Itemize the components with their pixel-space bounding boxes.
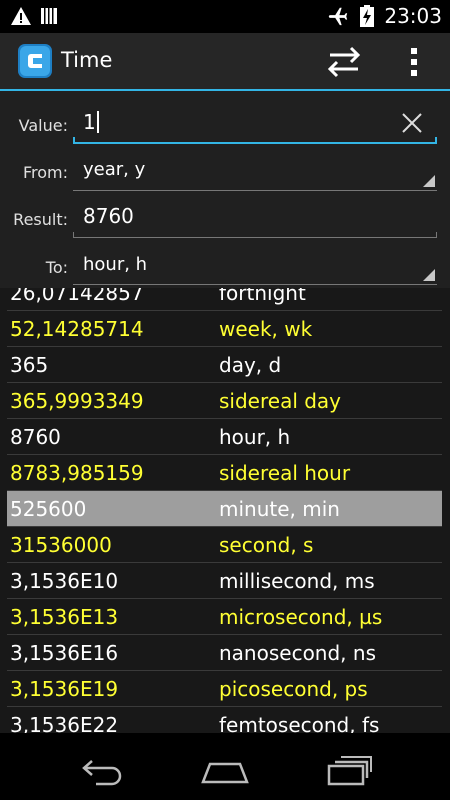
value-label: Value: bbox=[18, 116, 68, 135]
list-item[interactable]: 3,1536E22 femtosecond, fs bbox=[7, 707, 442, 733]
list-item-value: 26,07142857 bbox=[10, 288, 144, 305]
list-item-value: 365 bbox=[10, 353, 49, 377]
list-item-value: 3,1536E22 bbox=[10, 713, 119, 733]
home-icon[interactable] bbox=[200, 754, 250, 786]
status-clock: 23:03 bbox=[384, 4, 442, 28]
conversion-form: Value: 1 From: year, y Result: 8760 To: … bbox=[0, 91, 450, 288]
conversion-list-rows: 26,07142857 fortnight 52,14285714 week, wk 3… bbox=[7, 288, 442, 733]
from-unit-spinner[interactable]: year, y bbox=[73, 151, 437, 191]
value-input[interactable]: 1 bbox=[73, 104, 437, 144]
from-label: From: bbox=[22, 163, 68, 182]
to-label: To: bbox=[45, 258, 68, 277]
list-item[interactable]: 3,1536E16 nanosecond, ns bbox=[7, 635, 442, 671]
from-unit-value: year, y bbox=[83, 159, 146, 180]
list-item-value: 3,1536E13 bbox=[10, 605, 119, 629]
overflow-menu-icon[interactable] bbox=[404, 43, 424, 81]
barcode-icon bbox=[41, 8, 57, 24]
recent-apps-icon[interactable] bbox=[325, 754, 375, 786]
list-item[interactable]: 525600 minute, min bbox=[7, 491, 442, 527]
list-item-value: 8783,985159 bbox=[10, 461, 144, 485]
list-item-unit: second, s bbox=[219, 533, 314, 557]
airplane-mode-icon bbox=[329, 7, 348, 26]
navigation-bar bbox=[0, 740, 450, 800]
list-item[interactable]: 31536000 second, s bbox=[7, 527, 442, 563]
result-value: 8760 bbox=[83, 204, 134, 228]
spinner-arrow-icon bbox=[423, 175, 435, 187]
list-item[interactable]: 365 day, d bbox=[7, 347, 442, 383]
to-unit-spinner[interactable]: hour, h bbox=[73, 245, 437, 285]
list-item-value: 3,1536E16 bbox=[10, 641, 119, 665]
spinner-arrow-icon bbox=[423, 269, 435, 281]
list-item-unit: millisecond, ms bbox=[219, 569, 375, 593]
swap-icon[interactable] bbox=[320, 45, 368, 79]
value-text: 1 bbox=[83, 110, 96, 134]
list-item-value: 31536000 bbox=[10, 533, 112, 557]
list-item-unit: fortnight bbox=[219, 288, 306, 305]
list-item-unit: picosecond, ps bbox=[219, 677, 368, 701]
to-unit-value: hour, h bbox=[83, 254, 148, 275]
list-item-unit: hour, h bbox=[219, 425, 291, 449]
list-item-unit: day, d bbox=[219, 353, 282, 377]
list-item[interactable]: 3,1536E13 microsecond, µs bbox=[7, 599, 442, 635]
list-item-value: 8760 bbox=[10, 425, 61, 449]
list-item[interactable]: 3,1536E19 picosecond, ps bbox=[7, 671, 442, 707]
clear-icon[interactable] bbox=[401, 112, 423, 134]
list-item-unit: nanosecond, ns bbox=[219, 641, 376, 665]
conversion-list[interactable]: 26,07142857 fortnight 52,14285714 week, wk 3… bbox=[0, 288, 450, 733]
list-item-value: 3,1536E10 bbox=[10, 569, 119, 593]
list-item-unit: femtosecond, fs bbox=[219, 713, 380, 733]
list-item-value: 3,1536E19 bbox=[10, 677, 119, 701]
converter-app-icon[interactable] bbox=[17, 43, 53, 79]
result-label: Result: bbox=[13, 210, 68, 229]
list-item-unit: microsecond, µs bbox=[219, 605, 383, 629]
battery-charging-icon bbox=[360, 5, 375, 27]
list-item[interactable]: 26,07142857 fortnight bbox=[7, 288, 442, 311]
status-bar: 23:03 bbox=[0, 0, 450, 33]
list-item[interactable]: 52,14285714 week, wk bbox=[7, 311, 442, 347]
list-item[interactable]: 8760 hour, h bbox=[7, 419, 442, 455]
text-cursor bbox=[96, 111, 99, 133]
list-item-unit: sidereal hour bbox=[219, 461, 351, 485]
warning-icon bbox=[11, 7, 31, 25]
list-item[interactable]: 8783,985159 sidereal hour bbox=[7, 455, 442, 491]
list-item-value: 525600 bbox=[10, 497, 87, 521]
list-item[interactable]: 365,9993349 sidereal day bbox=[7, 383, 442, 419]
list-item-value: 52,14285714 bbox=[10, 317, 144, 341]
list-item-unit: sidereal day bbox=[219, 389, 342, 413]
list-item-value: 365,9993349 bbox=[10, 389, 144, 413]
list-item[interactable]: 3,1536E10 millisecond, ms bbox=[7, 563, 442, 599]
list-item-unit: minute, min bbox=[219, 497, 340, 521]
result-field[interactable]: 8760 bbox=[73, 198, 437, 238]
list-item-unit: week, wk bbox=[219, 317, 313, 341]
back-icon[interactable] bbox=[76, 754, 126, 786]
page-title: Time bbox=[61, 48, 113, 72]
action-bar: Time bbox=[0, 33, 450, 91]
